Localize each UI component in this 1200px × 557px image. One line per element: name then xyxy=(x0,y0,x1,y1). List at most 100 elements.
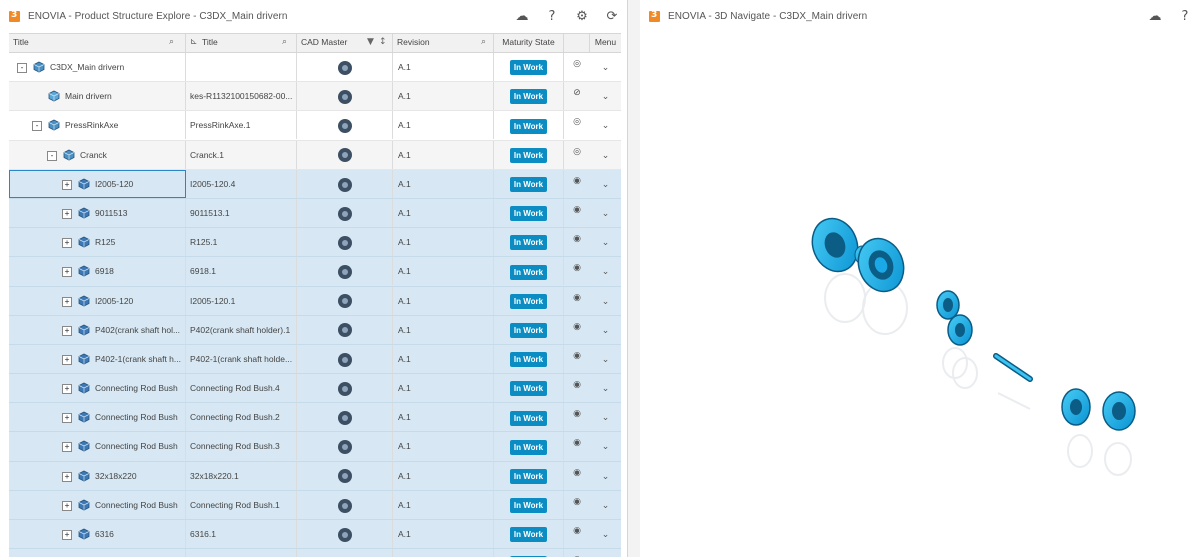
eye-icon[interactable]: ◉ xyxy=(573,176,581,186)
expand-toggle[interactable]: + xyxy=(62,442,72,453)
search-icon[interactable]: ⌕ xyxy=(282,34,287,51)
status-badge[interactable]: In Work xyxy=(509,147,548,163)
status-badge[interactable]: In Work xyxy=(509,118,548,134)
table-row[interactable]: + P402-1(crank shaft h... P402-1(crank sha… xyxy=(9,344,621,375)
table-row[interactable]: + Connecting Rod Bush Connecting Rod Bush.… xyxy=(9,432,621,462)
expand-toggle[interactable]: + xyxy=(62,530,72,540)
column-maturity[interactable]: Maturity State xyxy=(494,34,564,52)
eye-icon[interactable]: ◉ xyxy=(573,322,581,332)
table-row[interactable]: +6316 6316.1 A.1 In Work ◉ ⌄ xyxy=(9,520,621,550)
chevron-down-icon[interactable]: ⌄ xyxy=(602,297,610,307)
eye-icon[interactable]: ◉ xyxy=(573,438,581,448)
table-row[interactable]: - PressRinkAxe PressRinkAxe.1 A.1 In Work ◎ ⌄ xyxy=(9,111,621,141)
eye-slash-icon[interactable]: ◎ xyxy=(573,147,581,157)
table-row[interactable]: + Connecting Rod Bush Connecting Rod Bush.… xyxy=(9,403,621,433)
cell-title[interactable]: + P402-1(crank shaft h... xyxy=(9,344,186,373)
chevron-down-icon[interactable]: ⌄ xyxy=(602,413,610,423)
cell-title[interactable]: +32x18x220 xyxy=(9,461,186,490)
chevron-down-icon[interactable]: ⌄ xyxy=(602,384,610,394)
eye-icon[interactable]: ◉ xyxy=(573,263,581,273)
eye-icon[interactable]: ◉ xyxy=(573,409,581,419)
expand-toggle[interactable]: + xyxy=(62,384,72,395)
cell-title[interactable]: + Connecting Rod Bush xyxy=(9,374,186,403)
collapse-toggle[interactable]: - xyxy=(47,150,57,161)
status-badge[interactable]: In Work xyxy=(509,381,548,397)
chevron-down-icon[interactable]: ⌄ xyxy=(602,63,610,73)
cell-title[interactable]: +6918 xyxy=(9,257,186,286)
expand-toggle[interactable]: + xyxy=(62,267,72,278)
table-row[interactable]: +6918 6918.1 A.1 In Work ◉ ⌄ xyxy=(9,257,621,287)
chevron-down-icon[interactable]: ⌄ xyxy=(602,355,610,365)
chevron-down-icon[interactable]: ⌄ xyxy=(602,326,610,336)
cell-title[interactable]: - Cranck xyxy=(9,140,186,169)
flange-assembly[interactable] xyxy=(805,212,911,298)
chevron-down-icon[interactable]: ⌄ xyxy=(602,92,610,102)
table-row[interactable]: +R170R170.1 A.1In Work◉⌄ xyxy=(9,549,621,557)
status-badge[interactable]: In Work xyxy=(509,206,548,222)
gear-icon[interactable]: ⚙ xyxy=(567,0,597,33)
table-row[interactable]: + I2005-120 I2005-120.4 A.1 In Work ◉ ⌄ xyxy=(9,169,621,199)
chevron-down-icon[interactable]: ⌄ xyxy=(602,442,610,452)
eye-icon[interactable]: ◉ xyxy=(573,234,581,244)
sort-icon[interactable]: ↕ xyxy=(379,34,387,51)
status-badge[interactable]: In Work xyxy=(509,177,548,192)
cell-title[interactable]: + P402(crank shaft hol... xyxy=(9,315,186,344)
eye-icon[interactable]: ◉ xyxy=(573,526,581,536)
table-row[interactable]: + Connecting Rod Bush Connecting Rod Bush.… xyxy=(9,374,621,404)
status-badge[interactable]: In Work xyxy=(509,468,548,484)
eye-icon[interactable]: ◉ xyxy=(573,293,581,303)
cell-title[interactable]: +R170 xyxy=(9,549,186,557)
help-icon[interactable]: ? xyxy=(537,0,567,33)
collapse-toggle[interactable]: - xyxy=(32,121,42,132)
chevron-down-icon[interactable]: ⌄ xyxy=(602,121,610,131)
table-row[interactable]: + I2005-120 I2005-120.1 A.1 In Work ◉ ⌄ xyxy=(9,286,621,316)
column-title[interactable]: Title ⌕ xyxy=(9,34,186,52)
refresh-icon[interactable]: ⟳ xyxy=(597,0,627,33)
chevron-down-icon[interactable]: ⌄ xyxy=(602,530,610,540)
expand-toggle[interactable]: + xyxy=(62,296,72,307)
cell-title[interactable]: - C3DX_Main drivern xyxy=(9,53,186,81)
roller-assembly[interactable] xyxy=(1061,388,1136,431)
shaft[interactable] xyxy=(993,353,1033,382)
cloud-icon[interactable]: ☁ xyxy=(1140,0,1170,33)
chevron-down-icon[interactable]: ⌄ xyxy=(602,238,610,248)
column-cad-master[interactable]: CAD Master ▼ ↕ xyxy=(297,34,393,52)
eye-icon[interactable]: ◉ xyxy=(573,497,581,507)
help-icon[interactable]: ? xyxy=(1170,0,1200,33)
status-badge[interactable]: In Work xyxy=(509,410,548,426)
column-title2[interactable]: ⊾ Title ⌕ xyxy=(186,34,297,52)
chevron-down-icon[interactable]: ⌄ xyxy=(602,180,610,190)
eye-slash-icon[interactable]: ◎ xyxy=(573,59,581,69)
cell-title[interactable]: Main drivern xyxy=(9,82,186,111)
status-badge[interactable]: In Work xyxy=(509,322,548,338)
table-row[interactable]: +9011513 9011513.1 A.1 In Work ◉ ⌄ xyxy=(9,198,621,229)
chevron-down-icon[interactable]: ⌄ xyxy=(602,151,610,161)
cloud-icon[interactable]: ☁ xyxy=(507,0,537,33)
filter-icon[interactable]: ▼ xyxy=(367,34,374,51)
3d-model-view[interactable] xyxy=(640,33,1200,557)
expand-toggle[interactable]: + xyxy=(62,238,72,249)
cell-title[interactable]: + I2005-120 xyxy=(9,169,186,198)
cell-title[interactable]: + Connecting Rod Bush xyxy=(9,490,186,519)
cell-title[interactable]: + R125 xyxy=(9,228,186,257)
status-badge[interactable]: In Work xyxy=(509,235,548,251)
expand-toggle[interactable]: + xyxy=(62,354,72,365)
eye-slash-icon[interactable]: ◎ xyxy=(573,117,581,127)
cell-title[interactable]: +6316 xyxy=(9,520,186,548)
expand-toggle[interactable]: + xyxy=(62,325,72,336)
cell-title[interactable]: + Connecting Rod Bush xyxy=(9,432,186,461)
table-row[interactable]: + P402(crank shaft hol... P402(crank shaft… xyxy=(9,315,621,345)
expand-toggle[interactable]: + xyxy=(62,208,72,219)
table-row[interactable]: - Cranck Cranck.1 A.1 In Work ◎ ⌄ xyxy=(9,140,621,170)
chevron-down-icon[interactable]: ⌄ xyxy=(602,472,610,482)
cell-title[interactable]: +9011513 xyxy=(9,198,186,227)
bush-assembly[interactable] xyxy=(936,290,973,346)
table-row[interactable]: + Connecting Rod Bush Connecting Rod Bush.… xyxy=(9,490,621,520)
table-row[interactable]: +32x18x220 32x18x220.1 A.1 In Work ◉ ⌄ xyxy=(9,461,621,491)
expand-toggle[interactable]: + xyxy=(62,500,72,511)
status-badge[interactable]: In Work xyxy=(509,293,548,309)
eye-icon[interactable]: ◉ xyxy=(573,468,581,478)
status-badge[interactable]: In Work xyxy=(509,89,548,105)
column-revision[interactable]: Revision ⌕ xyxy=(393,34,494,52)
status-badge[interactable]: In Work xyxy=(509,60,548,76)
